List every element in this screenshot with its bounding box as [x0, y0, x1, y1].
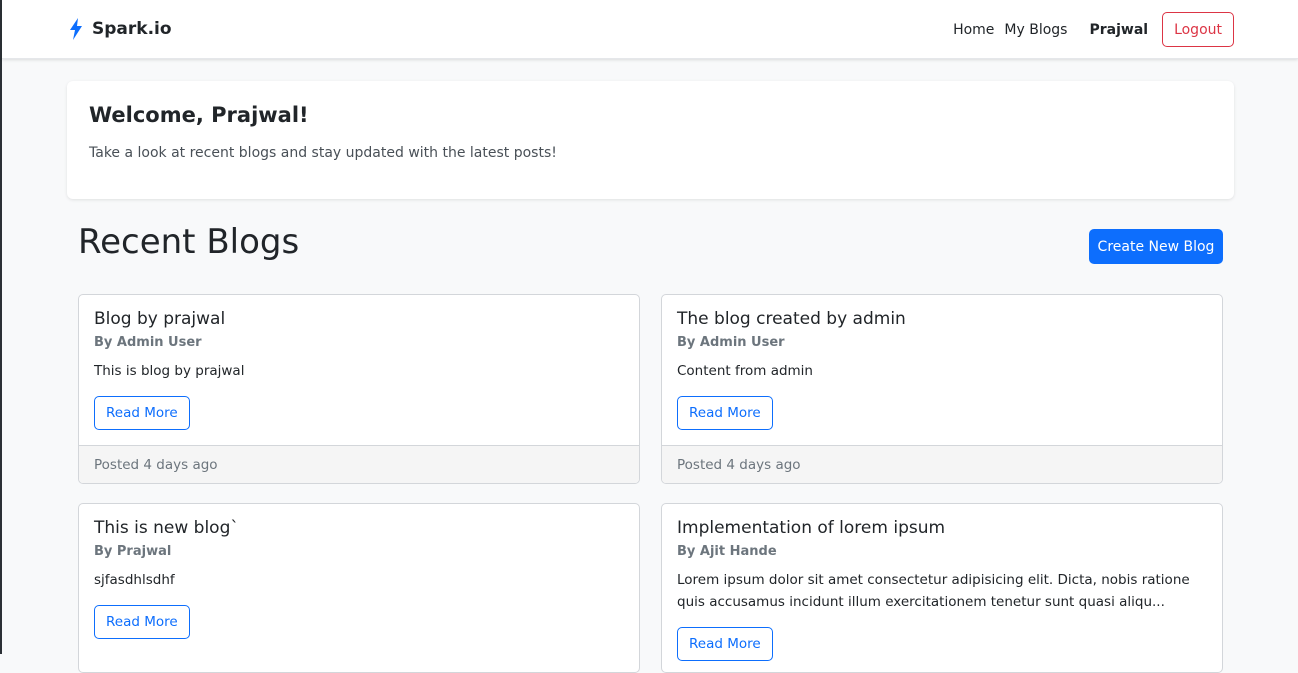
blog-author: By Admin User [94, 335, 202, 350]
blog-card: The blog created by admin By Admin User … [661, 294, 1223, 484]
welcome-heading: Welcome, Prajwal! [89, 103, 309, 127]
blog-excerpt: Content from admin [677, 363, 813, 379]
brand-name: Spark.io [92, 19, 172, 39]
window-edge [0, 0, 2, 654]
blog-title: This is new blog` [94, 518, 239, 538]
read-more-button[interactable]: Read More [677, 396, 773, 430]
blog-posted-time: Posted 4 days ago [662, 445, 1222, 483]
blog-author: By Prajwal [94, 544, 172, 559]
read-more-button[interactable]: Read More [94, 605, 190, 639]
nav-home-link[interactable]: Home [953, 22, 994, 38]
read-more-button[interactable]: Read More [677, 627, 773, 661]
welcome-text: Take a look at recent blogs and stay upd… [89, 145, 557, 161]
read-more-button[interactable]: Read More [94, 396, 190, 430]
blog-card: This is new blog` By Prajwal sjfasdhlsdh… [78, 503, 640, 673]
blog-title: The blog created by admin [677, 309, 906, 329]
blog-title: Blog by prajwal [94, 309, 226, 329]
blog-title: Implementation of lorem ipsum [677, 518, 946, 538]
navbar: Spark.io Home My Blogs Prajwal Logout [2, 0, 1298, 59]
blog-excerpt: sjfasdhlsdhf [94, 572, 175, 588]
logout-button[interactable]: Logout [1162, 12, 1234, 47]
nav-my-blogs-link[interactable]: My Blogs [1004, 22, 1067, 38]
blog-card: Blog by prajwal By Admin User This is bl… [78, 294, 640, 484]
create-blog-button[interactable]: Create New Blog [1089, 229, 1223, 264]
nav-links: Home My Blogs Prajwal Logout [953, 12, 1234, 47]
blog-author: By Ajit Hande [677, 544, 777, 559]
blog-excerpt: This is blog by prajwal [94, 363, 245, 379]
page-title: Recent Blogs [78, 222, 300, 262]
brand[interactable]: Spark.io [68, 17, 172, 41]
blog-posted-time: Posted 4 days ago [79, 445, 639, 483]
blog-excerpt: Lorem ipsum dolor sit amet consectetur a… [677, 572, 1190, 610]
lightning-icon [70, 18, 82, 40]
blog-author: By Admin User [677, 335, 785, 350]
welcome-card: Welcome, Prajwal! Take a look at recent … [67, 81, 1234, 199]
nav-username: Prajwal [1089, 21, 1149, 38]
blog-card: Implementation of lorem ipsum By Ajit Ha… [661, 503, 1223, 673]
